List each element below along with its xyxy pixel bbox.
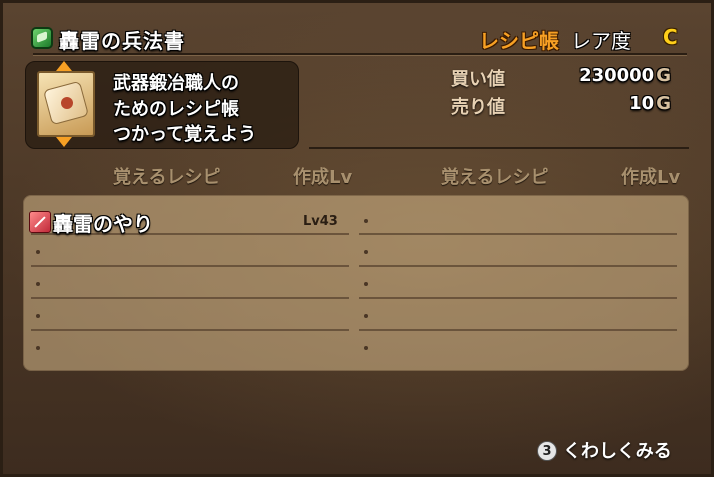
- empty-slot-bullet: [364, 282, 368, 286]
- row-divider: [31, 329, 349, 331]
- header-divider: [33, 53, 687, 55]
- details-button[interactable]: 3 くわしくみる: [537, 437, 672, 463]
- row-divider: [31, 265, 349, 267]
- description-line-3: つかって覚えよう: [113, 124, 257, 145]
- column-header-recipe-right: 覚えるレシピ: [441, 167, 549, 188]
- recipe-book-label: レシピ帳: [479, 29, 559, 53]
- spear-icon: [29, 211, 51, 233]
- details-label: くわしくみる: [563, 441, 672, 462]
- empty-slot-bullet: [364, 314, 368, 318]
- item-title: 轟雷の兵法書: [59, 29, 185, 53]
- empty-slot-bullet: [36, 314, 40, 318]
- row-divider: [359, 329, 677, 331]
- description-line-2: ためのレシピ帳: [113, 99, 239, 120]
- sell-price-label: 売り値: [451, 97, 505, 118]
- price-divider: [309, 147, 689, 149]
- book-icon: [31, 27, 53, 49]
- column-header-level-left: 作成Lv: [293, 167, 353, 188]
- empty-slot-bullet: [364, 346, 368, 350]
- description-line-1: 武器鍛冶職人の: [113, 73, 239, 94]
- recipe-name[interactable]: 轟雷のやり: [53, 208, 153, 237]
- empty-slot-bullet: [364, 250, 368, 254]
- buy-price-value: 230000 G: [579, 65, 671, 86]
- column-header-recipe-left: 覚えるレシピ: [113, 167, 221, 188]
- button-3-icon: 3: [537, 441, 557, 461]
- item-detail-panel: 轟雷の兵法書 レシピ帳 レア度 C 武器鍛冶職人の ためのレシピ帳 つかって覚え…: [0, 0, 714, 477]
- scroll-down-arrow-icon[interactable]: [56, 137, 72, 147]
- buy-price-label: 買い値: [451, 69, 505, 90]
- recipe-level: Lv43: [303, 214, 338, 229]
- row-divider: [359, 233, 677, 235]
- rarity-label: レア度: [571, 29, 631, 53]
- row-divider: [359, 297, 677, 299]
- seal-icon: [61, 97, 73, 109]
- rarity-value: C: [663, 25, 678, 49]
- empty-slot-bullet: [364, 219, 368, 223]
- row-divider: [359, 265, 677, 267]
- sell-price-value: 10 G: [629, 93, 671, 114]
- empty-slot-bullet: [36, 250, 40, 254]
- column-header-level-right: 作成Lv: [621, 167, 681, 188]
- row-divider: [31, 297, 349, 299]
- item-image: [37, 71, 95, 137]
- scroll-up-arrow-icon[interactable]: [56, 61, 72, 71]
- empty-slot-bullet: [36, 282, 40, 286]
- empty-slot-bullet: [36, 346, 40, 350]
